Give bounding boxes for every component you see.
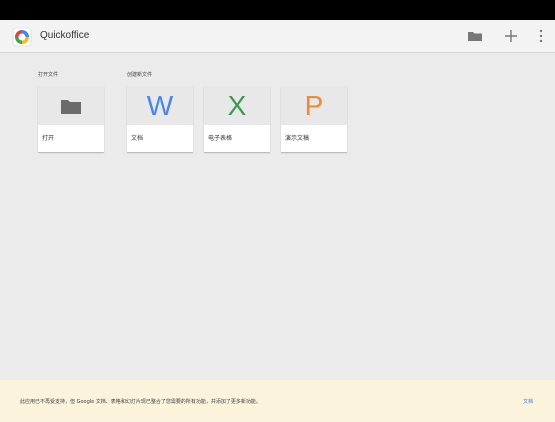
new-file-section-label: 创建新文件 [127,72,153,78]
tile-label: 打开 [42,135,55,142]
open-file-tile[interactable]: 打开 [38,86,104,152]
app-title: Quickoffice [40,30,90,41]
banner-docs-link[interactable]: 文档 [523,398,533,405]
folder-icon[interactable] [466,27,484,45]
plus-icon[interactable] [502,27,520,45]
tile-icon-area: W [127,86,193,125]
spreadsheet-icon: X [227,89,247,121]
tile-label: 电子表格 [208,135,233,142]
overflow-menu-icon[interactable] [535,27,547,45]
app-bar: Quickoffice [0,20,555,53]
folder-icon [61,99,81,114]
open-files-section-label: 打开文件 [38,72,59,78]
deprecation-banner: 此应用已不再受支持，但 Google 文档、表格和幻灯片现已整合了您需要的所有功… [0,380,555,422]
tile-label: 文档 [131,135,144,142]
word-doc-icon: W [146,89,174,121]
quickoffice-logo-icon [12,27,32,47]
new-document-tile[interactable]: W 文档 [127,86,193,152]
banner-text: 此应用已不再受支持，但 Google 文档、表格和幻灯片现已整合了您需要的所有功… [20,399,261,405]
tile-label: 演示文稿 [285,135,310,142]
tile-icon-area: P [281,86,347,125]
presentation-icon: P [304,89,324,121]
system-status-bar [0,0,555,20]
tile-icon-area: X [204,86,270,125]
new-presentation-tile[interactable]: P 演示文稿 [281,86,347,152]
tile-icon-area [38,86,104,125]
new-spreadsheet-tile[interactable]: X 电子表格 [204,86,270,152]
